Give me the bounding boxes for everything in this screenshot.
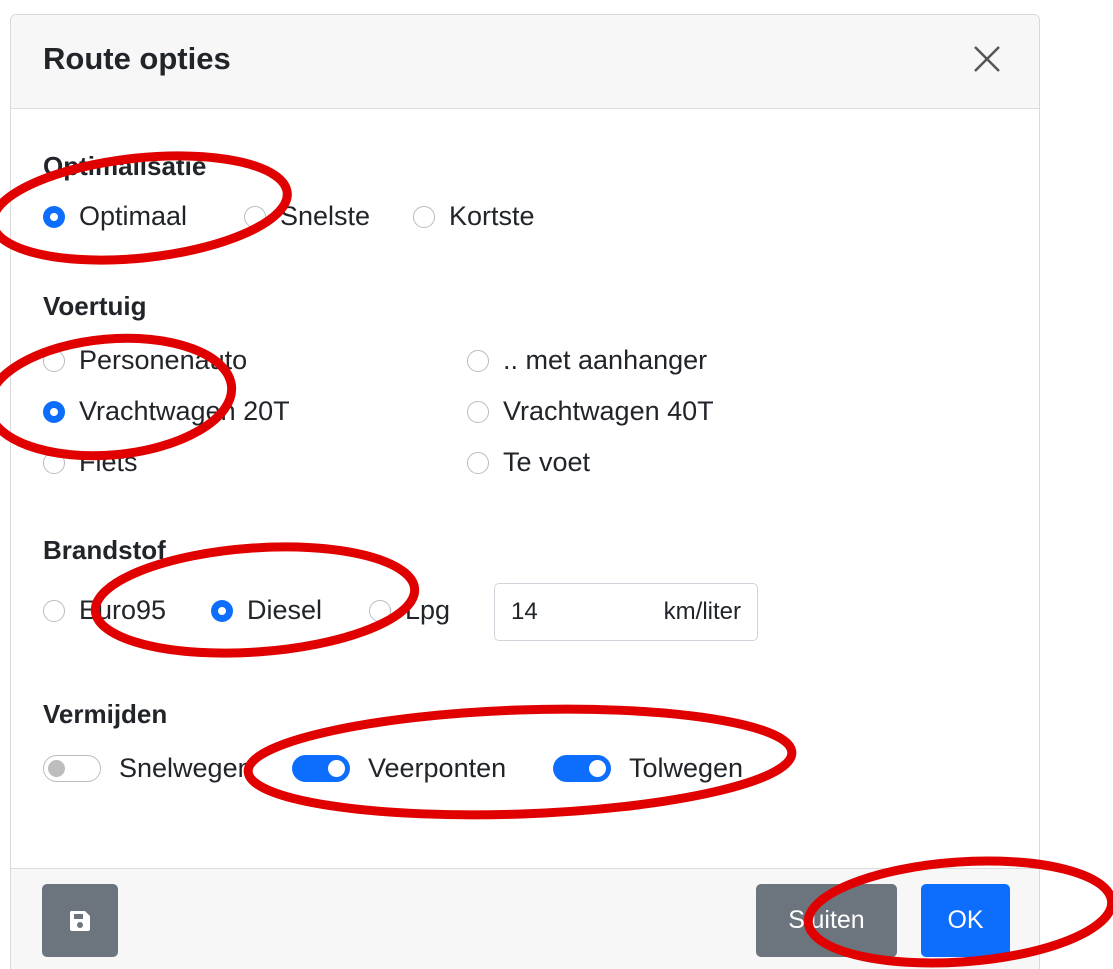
toggle-switch xyxy=(292,755,350,782)
radio-label: Lpg xyxy=(405,595,451,625)
close-button[interactable] xyxy=(967,39,1007,79)
radio-label: Euro95 xyxy=(79,595,167,625)
radio-snelste[interactable]: Snelste xyxy=(244,201,370,232)
radio-label: Te voet xyxy=(503,447,591,477)
radio-label: Personenauto xyxy=(79,345,248,375)
radio-indicator xyxy=(369,599,391,622)
radio-indicator xyxy=(467,451,489,474)
toggle-tolwegen[interactable]: Tolwegen xyxy=(553,753,743,784)
radio-diesel[interactable]: Diesel xyxy=(211,595,322,626)
radio-fiets[interactable]: Fiets xyxy=(43,447,138,478)
radio-label: Fiets xyxy=(79,447,138,477)
radio-indicator xyxy=(43,451,65,474)
voertuig-title: Voertuig xyxy=(43,291,147,321)
toggle-switch xyxy=(553,755,611,782)
toggle-label: Tolwegen xyxy=(629,753,744,783)
radio-personenauto[interactable]: Personenauto xyxy=(43,345,247,376)
floppy-disk-icon xyxy=(69,910,90,931)
toggle-switch xyxy=(43,755,101,782)
radio-label: Vrachtwagen 40T xyxy=(503,396,714,426)
toggle-snelwegen[interactable]: Snelwegen xyxy=(43,753,253,784)
dialog-header: Route opties xyxy=(11,15,1039,109)
save-button[interactable] xyxy=(42,884,118,957)
dialog-title: Route opties xyxy=(43,41,231,76)
route-options-dialog: Route opties Optimalisatie Optimaal Snel… xyxy=(10,14,1040,969)
radio-indicator xyxy=(43,599,65,622)
ok-button[interactable]: OK xyxy=(921,884,1010,957)
radio-vrachtwagen-40t[interactable]: Vrachtwagen 40T xyxy=(467,396,714,427)
radio-indicator xyxy=(211,599,233,622)
consumption-unit: km/liter xyxy=(663,598,741,625)
radio-label: Vrachtwagen 20T xyxy=(79,396,290,426)
consumption-field: km/liter xyxy=(494,583,758,641)
brandstof-title: Brandstof xyxy=(43,535,166,565)
vermijden-title: Vermijden xyxy=(43,699,168,729)
radio-indicator xyxy=(43,400,65,423)
radio-indicator xyxy=(467,349,489,372)
radio-te-voet[interactable]: Te voet xyxy=(467,447,590,478)
radio-label: .. met aanhanger xyxy=(503,345,708,375)
page: Route opties Optimalisatie Optimaal Snel… xyxy=(0,0,1113,969)
radio-vrachtwagen-20t[interactable]: Vrachtwagen 20T xyxy=(43,396,290,427)
radio-label: Kortste xyxy=(449,201,535,231)
radio-indicator xyxy=(244,205,266,228)
radio-indicator xyxy=(413,205,435,228)
toggle-veerponten[interactable]: Veerponten xyxy=(292,753,506,784)
radio-label: Diesel xyxy=(247,595,323,625)
radio-met-aanhanger[interactable]: .. met aanhanger xyxy=(467,345,707,376)
radio-indicator xyxy=(43,349,65,372)
radio-kortste[interactable]: Kortste xyxy=(413,201,535,232)
radio-optimaal[interactable]: Optimaal xyxy=(43,201,187,232)
radio-indicator xyxy=(43,205,65,228)
toggle-label: Snelwegen xyxy=(119,753,253,783)
close-icon xyxy=(974,46,1000,72)
radio-label: Optimaal xyxy=(79,201,188,231)
consumption-input[interactable] xyxy=(511,598,601,626)
radio-lpg[interactable]: Lpg xyxy=(369,595,450,626)
radio-indicator xyxy=(467,400,489,423)
optimalisatie-title: Optimalisatie xyxy=(43,151,207,181)
close-dialog-button[interactable]: Sluiten xyxy=(756,884,897,957)
radio-euro95[interactable]: Euro95 xyxy=(43,595,166,626)
radio-label: Snelste xyxy=(280,201,371,231)
toggle-label: Veerponten xyxy=(368,753,507,783)
